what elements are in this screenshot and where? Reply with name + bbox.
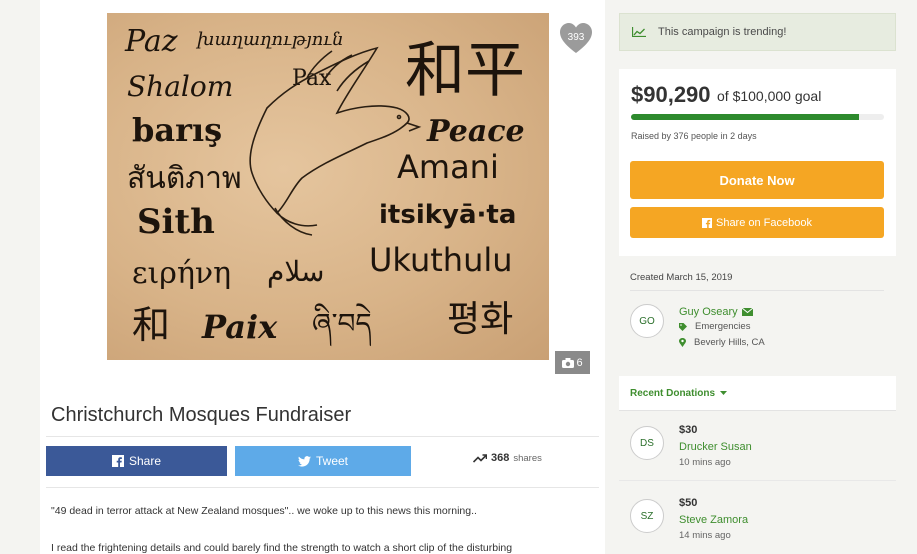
donation-time: 14 mins ago <box>679 530 731 541</box>
facebook-icon <box>111 455 124 467</box>
photo-count-number: 6 <box>576 356 583 369</box>
word-amani: Amani <box>397 148 499 186</box>
word-greek: ειρήνη <box>132 256 231 291</box>
word-tibetan: ཞི་བདེ <box>312 303 372 347</box>
envelope-icon[interactable] <box>741 308 753 316</box>
word-shalom: Shalom <box>127 70 233 103</box>
organizer-avatar[interactable]: GO <box>630 304 664 338</box>
goal-amount: of $100,000 goal <box>717 88 822 104</box>
word-paix: Paix <box>201 308 278 346</box>
word-sith: Sith <box>137 202 215 242</box>
donor-name[interactable]: Drucker Susan <box>679 441 752 453</box>
trend-chart-icon <box>632 27 646 37</box>
word-paz: Paz <box>124 24 178 59</box>
share-on-facebook-label: Share on Facebook <box>715 216 812 229</box>
heart-count: 393 <box>567 32 585 43</box>
facebook-share-button[interactable]: Share <box>46 446 227 476</box>
share-on-facebook-button[interactable]: Share on Facebook <box>630 207 884 238</box>
trending-banner: This campaign is trending! <box>619 13 896 51</box>
peace-words-artwork: Paz խաղաղություն Shalom Pax barış Peace … <box>124 24 525 347</box>
divider <box>619 480 896 481</box>
campaign-hero-image[interactable]: Paz խաղաղություն Shalom Pax barış Peace … <box>107 13 549 360</box>
donation-item: SZ $50 Steve Zamora 14 mins ago <box>619 497 896 554</box>
camera-icon <box>562 357 575 368</box>
donor-name[interactable]: Steve Zamora <box>679 514 748 526</box>
organizer-location: Beverly Hills, CA <box>679 337 765 348</box>
tag-icon <box>679 322 687 331</box>
caret-down-icon <box>720 391 728 395</box>
campaign-main: Paz խաղաղություն Shalom Pax barış Peace … <box>40 0 605 554</box>
story-paragraph: "49 dead in terror attack at New Zealand… <box>51 505 477 517</box>
donation-amount: $50 <box>679 497 698 509</box>
story-paragraph: I read the frightening details and could… <box>51 542 513 554</box>
word-armenian: խաղաղություն <box>195 29 344 50</box>
shares-counter: 368 shares <box>473 452 542 464</box>
amount-raised: $90,290 <box>631 82 711 107</box>
recent-donations-label: Recent Donations <box>630 387 716 399</box>
divider <box>46 487 599 488</box>
twitter-tweet-label: Tweet <box>315 454 348 468</box>
organizer-name: Guy Oseary <box>679 306 738 318</box>
word-arabic: سلام <box>267 255 325 288</box>
heart-counter[interactable]: 393 <box>559 22 593 56</box>
shares-count: 368 <box>491 452 510 464</box>
divider <box>46 436 599 437</box>
word-wa: 和 <box>132 303 170 347</box>
twitter-tweet-button[interactable]: Tweet <box>235 446 411 476</box>
donor-avatar: DS <box>630 426 664 460</box>
word-korean: 평화 <box>447 299 513 340</box>
donation-panel: $90,290 of $100,000 goal Raised by 376 p… <box>619 69 896 256</box>
photo-count-button[interactable]: 6 <box>555 351 590 374</box>
raised-by-text: Raised by 376 people in 2 days <box>631 131 757 141</box>
word-ukuthulu: Ukuthulu <box>369 241 513 279</box>
trending-text: This campaign is trending! <box>658 26 787 38</box>
donation-time: 10 mins ago <box>679 457 731 468</box>
word-kanji: 和平 <box>405 36 525 106</box>
shares-label: shares <box>513 452 542 464</box>
trending-up-icon <box>473 453 487 463</box>
twitter-bird-icon <box>297 455 311 467</box>
facebook-share-label: Share <box>128 454 162 468</box>
organizer-category: Emergencies <box>679 321 750 332</box>
facebook-icon <box>701 217 712 228</box>
donation-item: DS $30 Drucker Susan 10 mins ago <box>619 424 896 486</box>
organizer-location-text: Beverly Hills, CA <box>694 337 765 348</box>
donor-avatar: SZ <box>630 499 664 533</box>
divider <box>630 290 884 291</box>
recent-donations-toggle[interactable]: Recent Donations <box>619 376 896 411</box>
organizer-name-link[interactable]: Guy Oseary <box>679 306 753 318</box>
word-itsikya: itsikyā·ta <box>379 200 516 230</box>
created-date: Created March 15, 2019 <box>630 272 733 283</box>
organizer-panel: Created March 15, 2019 GO Guy Oseary Eme… <box>619 262 896 367</box>
donate-now-button[interactable]: Donate Now <box>630 161 884 199</box>
progress-bar <box>631 114 884 120</box>
word-baris: barış <box>132 111 222 149</box>
word-peace: Peace <box>426 114 525 149</box>
donation-amount: $30 <box>679 424 698 436</box>
map-pin-icon <box>679 338 686 347</box>
word-thai: สันติภาพ <box>127 161 242 196</box>
campaign-title: Christchurch Mosques Fundraiser <box>51 404 352 426</box>
progress-bar-fill <box>631 114 860 120</box>
organizer-category-text: Emergencies <box>695 321 751 332</box>
